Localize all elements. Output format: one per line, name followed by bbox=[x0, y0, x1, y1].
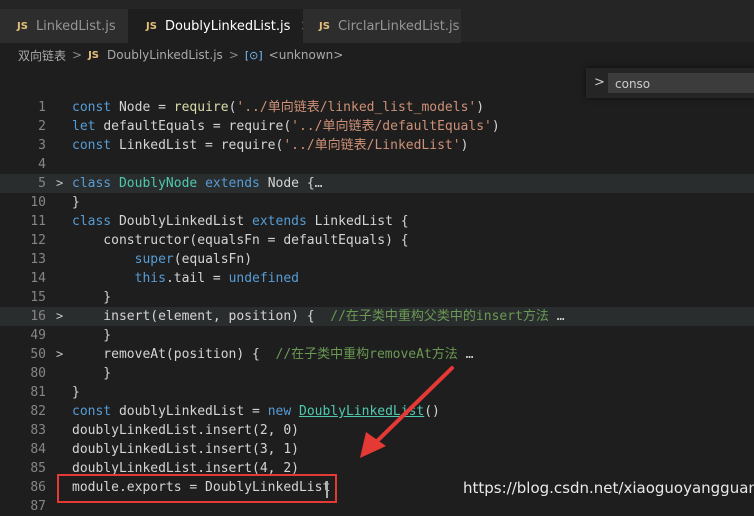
watermark: https://blog.csdn.net/xiaoguoyangguang bbox=[463, 479, 754, 497]
arrow-shaft bbox=[370, 366, 454, 448]
annotation-arrow bbox=[360, 366, 454, 458]
